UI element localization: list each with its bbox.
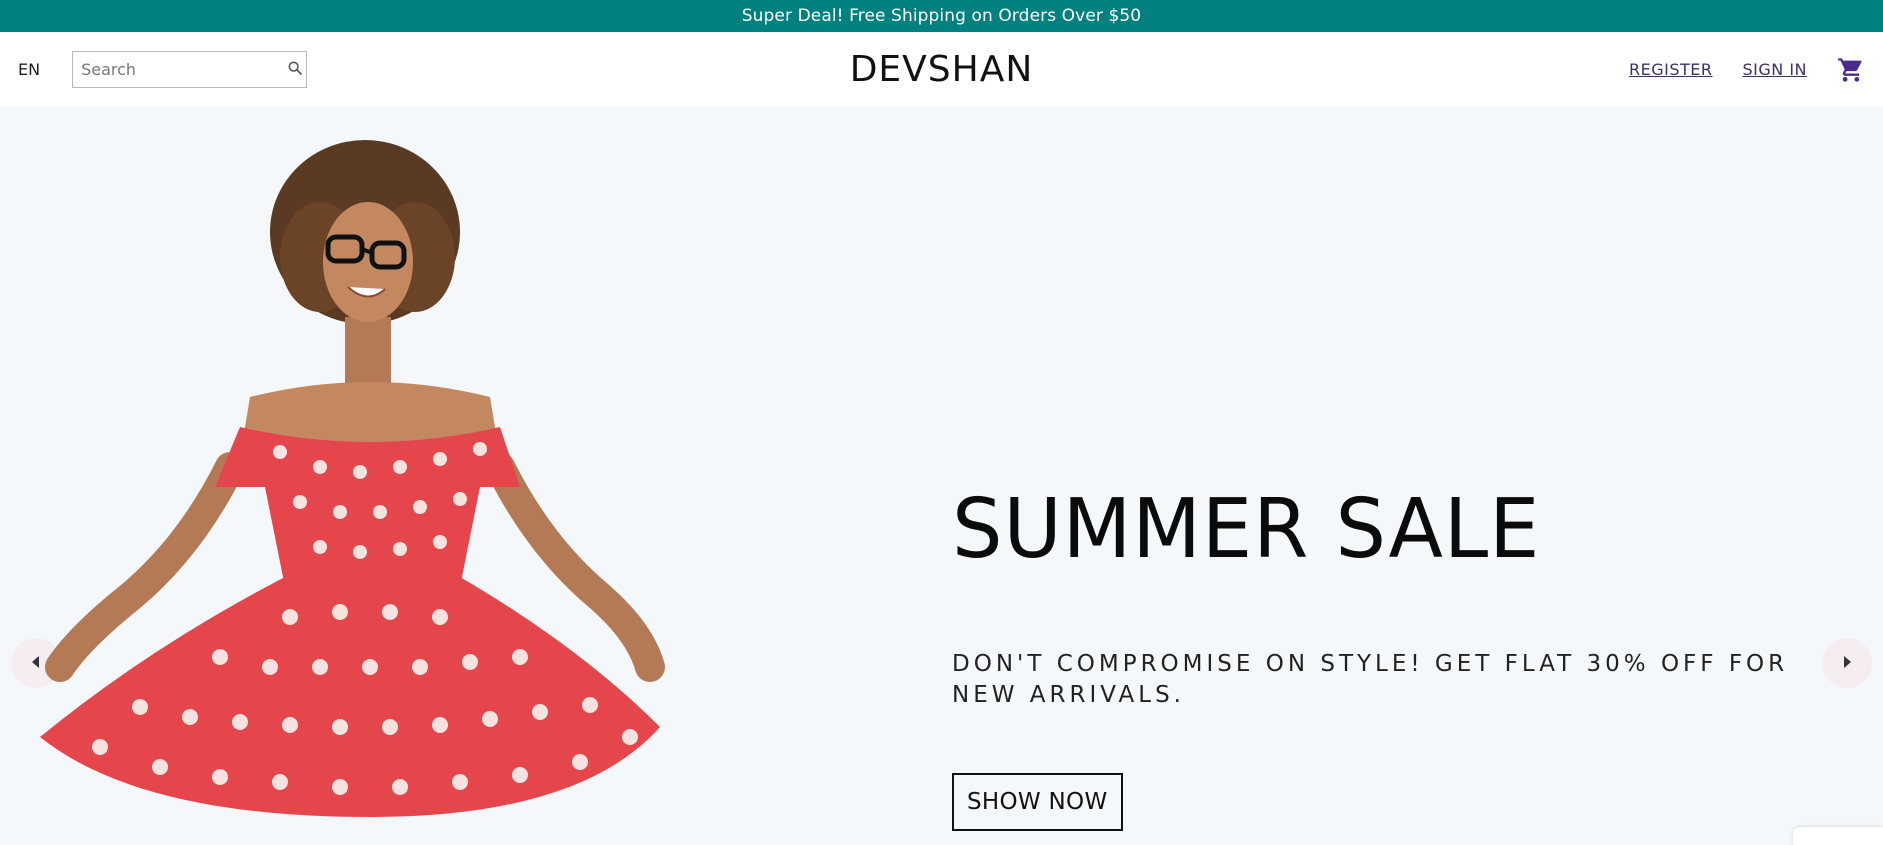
search-input[interactable] — [81, 60, 282, 79]
show-now-button[interactable]: SHOW NOW — [952, 773, 1123, 831]
arrow-right-icon[interactable] — [1841, 654, 1853, 673]
search-box[interactable] — [72, 51, 308, 88]
hero-slider: SUMMER SALE DON'T COMPROMISE ON STYLE! G… — [0, 107, 1883, 845]
register-link[interactable]: REGISTER — [1629, 60, 1713, 79]
announcement-bar: Super Deal! Free Shipping on Orders Over… — [0, 0, 1883, 32]
language-selector[interactable]: EN — [18, 60, 40, 79]
corner-widget[interactable] — [1793, 827, 1883, 845]
hero-title: SUMMER SALE — [952, 482, 1541, 577]
hero-content: SUMMER SALE DON'T COMPROMISE ON STYLE! G… — [952, 489, 1832, 831]
announcement-text: Super Deal! Free Shipping on Orders Over… — [741, 6, 1142, 26]
nav-left: EN — [18, 51, 308, 88]
site-logo[interactable]: DEVSHAN — [850, 49, 1034, 90]
navbar: EN DEVSHAN REGISTER SIGN IN — [0, 32, 1883, 107]
sign-in-link[interactable]: SIGN IN — [1742, 60, 1807, 79]
shopping-cart-icon[interactable] — [1837, 56, 1865, 84]
search-icon[interactable] — [287, 60, 303, 80]
hero-description: DON'T COMPROMISE ON STYLE! GET FLAT 30% … — [952, 651, 1789, 708]
slider-next-button[interactable] — [1822, 638, 1872, 688]
hero-model-image — [40, 140, 665, 817]
nav-right: REGISTER SIGN IN — [1629, 56, 1865, 84]
